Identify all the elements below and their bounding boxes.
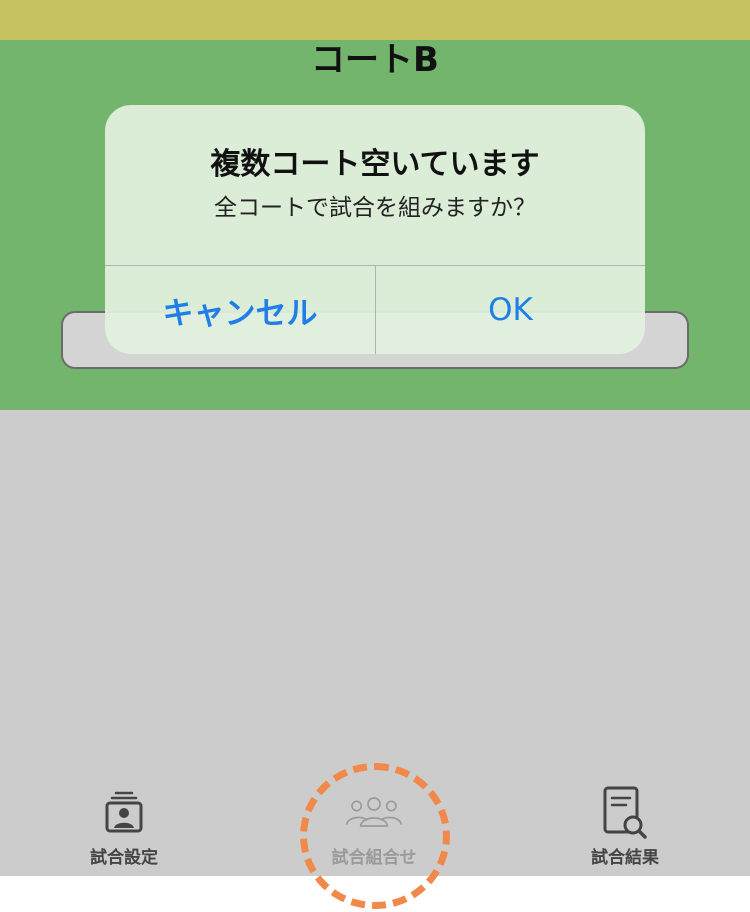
tab-label: 試合組合せ [331, 848, 417, 868]
court-title: コートB [311, 40, 439, 80]
person-card-stack-icon [94, 785, 154, 839]
home-indicator-area [0, 876, 750, 912]
ok-button[interactable]: OK [376, 266, 645, 354]
document-search-icon [595, 785, 655, 839]
tab-match-results[interactable]: 試合結果 [545, 785, 705, 875]
dialog-title: 複数コート空いています [210, 147, 540, 182]
tab-match-settings[interactable]: 試合設定 [44, 785, 204, 875]
tab-label: 試合設定 [90, 848, 158, 868]
confirm-dialog: 複数コート空いています 全コートで試合を組みますか？ キャンセル OK [105, 105, 645, 354]
cancel-button[interactable]: キャンセル [105, 266, 375, 354]
top-status-strip [0, 0, 750, 40]
dialog-message: 全コートで試合を組みますか？ [214, 195, 536, 221]
tab-label: 試合結果 [591, 848, 659, 868]
group-people-icon [344, 785, 404, 839]
tab-match-pairing[interactable]: 試合組合せ [294, 785, 454, 875]
